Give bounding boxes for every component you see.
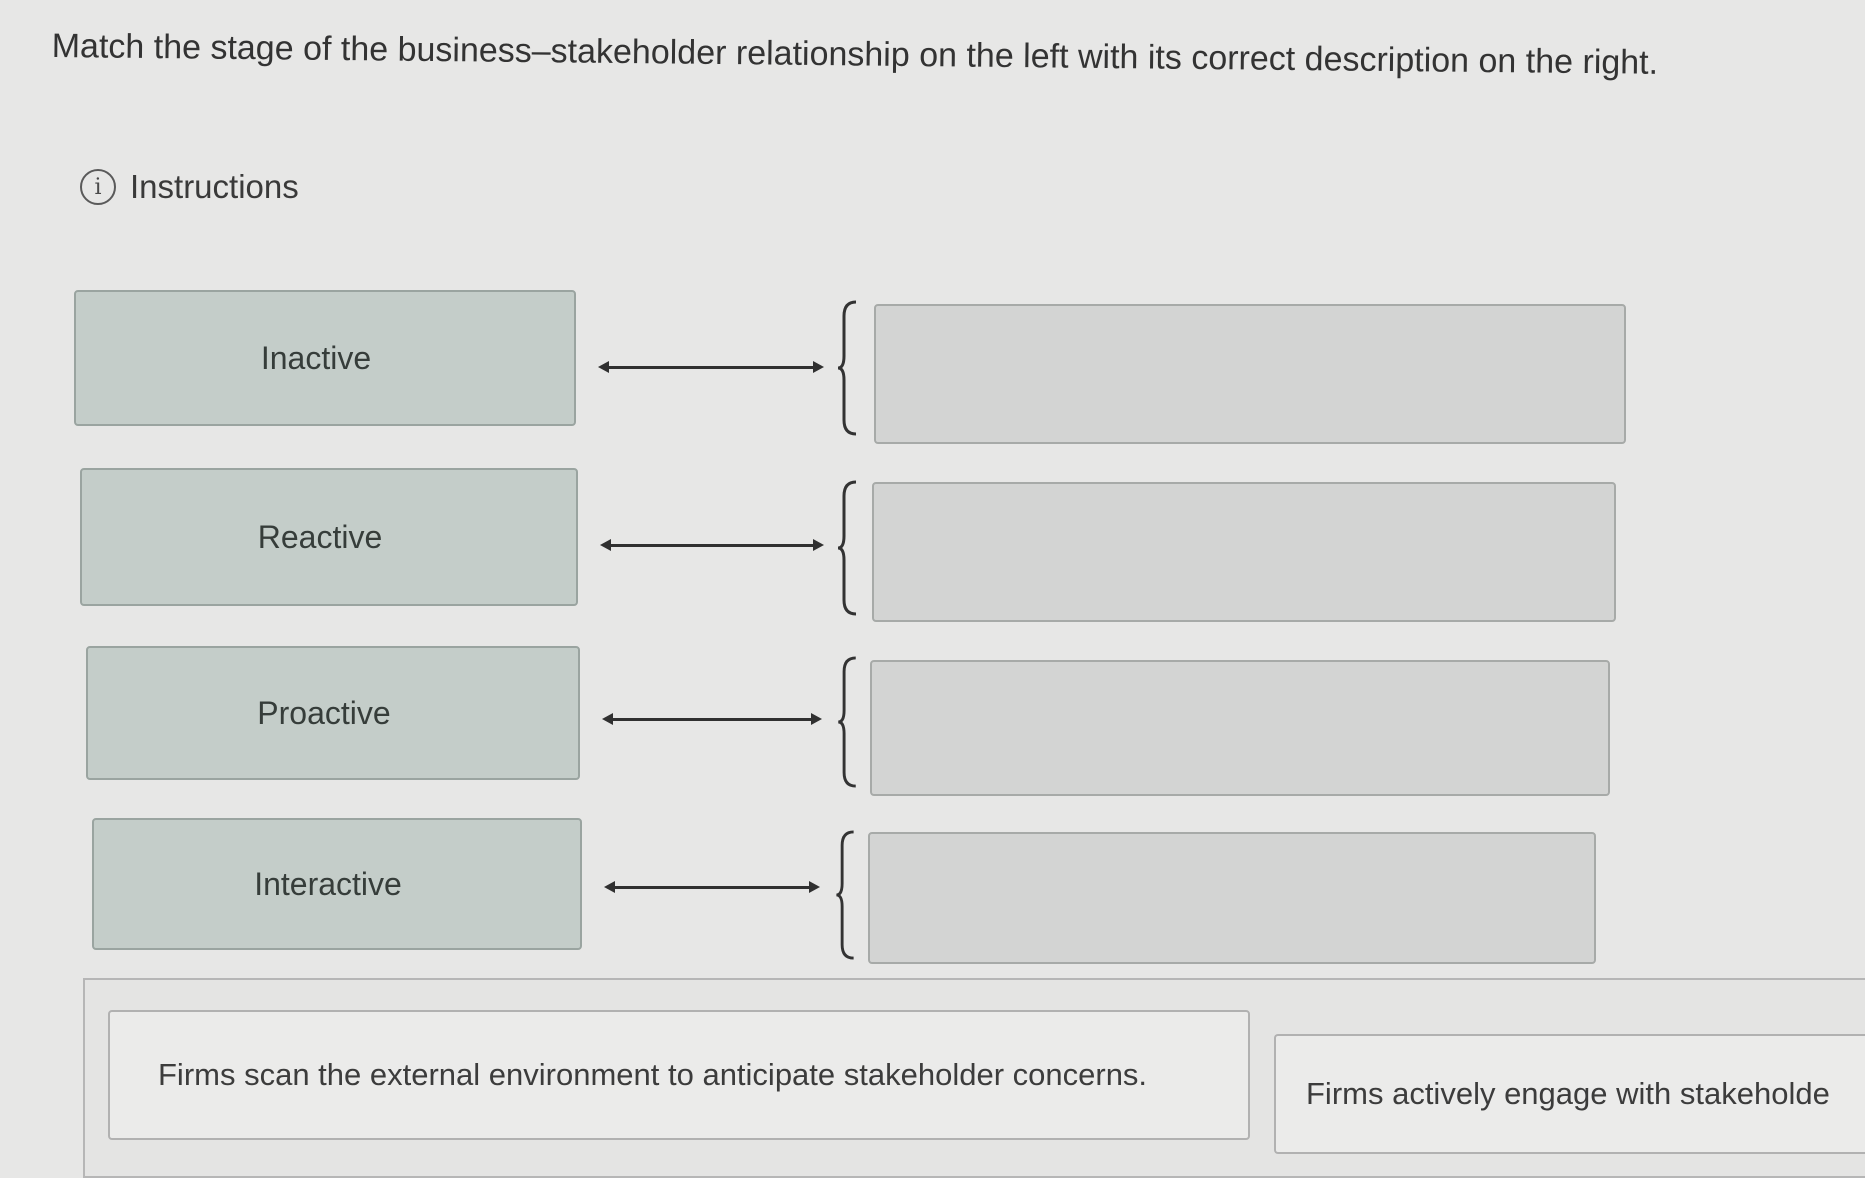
drop-zone-2[interactable] <box>872 482 1616 622</box>
stage-item-reactive: Reactive <box>80 468 578 606</box>
stage-label: Proactive <box>257 694 391 731</box>
connector-arrow <box>598 361 824 373</box>
brace-icon <box>837 480 857 616</box>
stage-label: Inactive <box>260 339 372 376</box>
question-text: Match the stage of the business–stakehol… <box>51 26 1659 82</box>
info-icon: i <box>80 169 116 205</box>
instructions-label: Instructions <box>130 168 299 205</box>
answer-card-1[interactable]: Firms scan the external environment to a… <box>108 1010 1250 1140</box>
drop-zone-1[interactable] <box>874 304 1626 444</box>
answer-card-2[interactable]: Firms actively engage with stakeholde <box>1274 1034 1865 1154</box>
answer-text: Firms actively engage with stakeholde <box>1306 1076 1830 1111</box>
stage-label: Reactive <box>257 518 383 555</box>
connector-arrow <box>600 539 824 551</box>
brace-icon <box>836 830 854 960</box>
connector-arrow <box>604 881 820 893</box>
drop-zone-4[interactable] <box>868 832 1596 964</box>
stage-label: Interactive <box>254 865 402 902</box>
brace-icon <box>837 300 857 436</box>
instructions-toggle[interactable]: i Instructions <box>80 168 299 206</box>
connector-arrow <box>602 713 822 725</box>
brace-icon <box>838 656 856 788</box>
stage-item-inactive: Inactive <box>74 290 576 426</box>
answer-text: Firms scan the external environment to a… <box>158 1057 1148 1092</box>
stage-item-proactive: Proactive <box>86 646 580 780</box>
stage-item-interactive: Interactive <box>92 818 582 950</box>
drop-zone-3[interactable] <box>870 660 1610 796</box>
